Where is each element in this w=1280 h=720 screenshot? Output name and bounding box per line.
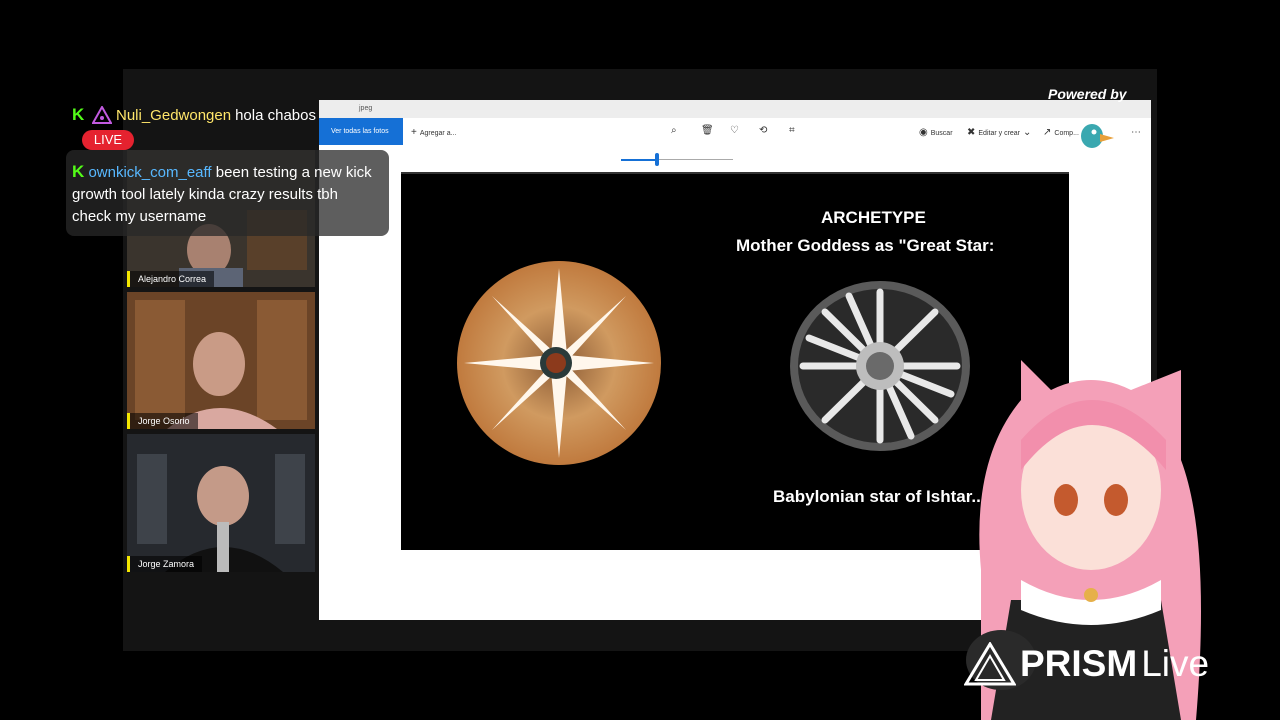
edit-icon: ✖ [967, 127, 976, 138]
triangle-badge-icon [92, 106, 112, 124]
camera-jorge-osorio: Jorge Osorio [127, 292, 315, 429]
streamyard-text: StreamYard [1033, 146, 1128, 165]
rotate-button[interactable]: ⟲ [759, 126, 767, 136]
window-titlebar: jpeg [319, 100, 1151, 118]
camera-feed [127, 292, 315, 429]
kick-logo-icon: K [72, 105, 85, 124]
live-word: Live [1141, 643, 1210, 684]
search-icon: ◉ [919, 127, 928, 138]
all-photos-button[interactable]: Ver todas las fotos [319, 118, 403, 145]
add-to-button[interactable]: + Agregar a... [411, 128, 456, 138]
chat-username[interactable]: ownkick_com_eaff [88, 164, 211, 181]
camera-jorge-zamora: Jorge Zamora [127, 434, 315, 572]
window-title: jpeg [359, 105, 373, 112]
camera-feed [127, 434, 315, 572]
heart-icon: ♡ [730, 125, 739, 136]
crop-icon: ⌗ [789, 125, 795, 136]
chevron-down-icon: ⌄ [1023, 127, 1032, 138]
chat-username[interactable]: Nuli_Gedwongen [116, 107, 231, 124]
edit-create-button[interactable]: ✖ Editar y crear ⌄ [967, 128, 1031, 138]
camera-name: Jorge Zamora [127, 556, 203, 572]
trash-icon: 🗑 [701, 125, 714, 136]
search-button[interactable]: ◉ Buscar [919, 128, 953, 138]
kick-logo-icon: K [72, 162, 85, 181]
zoom-thumb[interactable] [655, 153, 659, 166]
zoom-button[interactable]: ⌕ [671, 126, 677, 136]
powered-by-text: Powered by [1048, 86, 1127, 102]
chat-message-1: K Nuli_Gedwongen hola chabos [72, 103, 316, 127]
zoom-icon: ⌕ [671, 125, 677, 136]
crop-button[interactable]: ⌗ [789, 126, 795, 136]
prism-word: PRISM [1020, 643, 1138, 684]
camera-name: Jorge Osorio [127, 413, 198, 429]
favorite-button[interactable]: ♡ [730, 126, 739, 136]
golden-star-image [457, 261, 661, 465]
photos-toolbar: Ver todas las fotos + Agregar a... ⌕ 🗑 ♡ … [319, 118, 1151, 146]
live-badge: LIVE [82, 130, 134, 150]
chat-message-2: K ownkick_com_eaff been testing a new ki… [66, 150, 389, 236]
delete-button[interactable]: 🗑 [701, 126, 714, 136]
rotate-icon: ⟲ [759, 125, 768, 136]
slide-title: ARCHETYPE [821, 208, 926, 227]
camera-name: Alejandro Correa [127, 271, 215, 287]
slide-subtitle: Mother Goddess as "Great Star: [736, 236, 995, 255]
zoom-fill [621, 159, 656, 161]
prism-logo-icon [964, 642, 1016, 686]
plus-icon: + [411, 127, 417, 138]
chat-text: hola chabos [235, 106, 316, 124]
prism-live-watermark: PRISM Live [964, 642, 1209, 686]
